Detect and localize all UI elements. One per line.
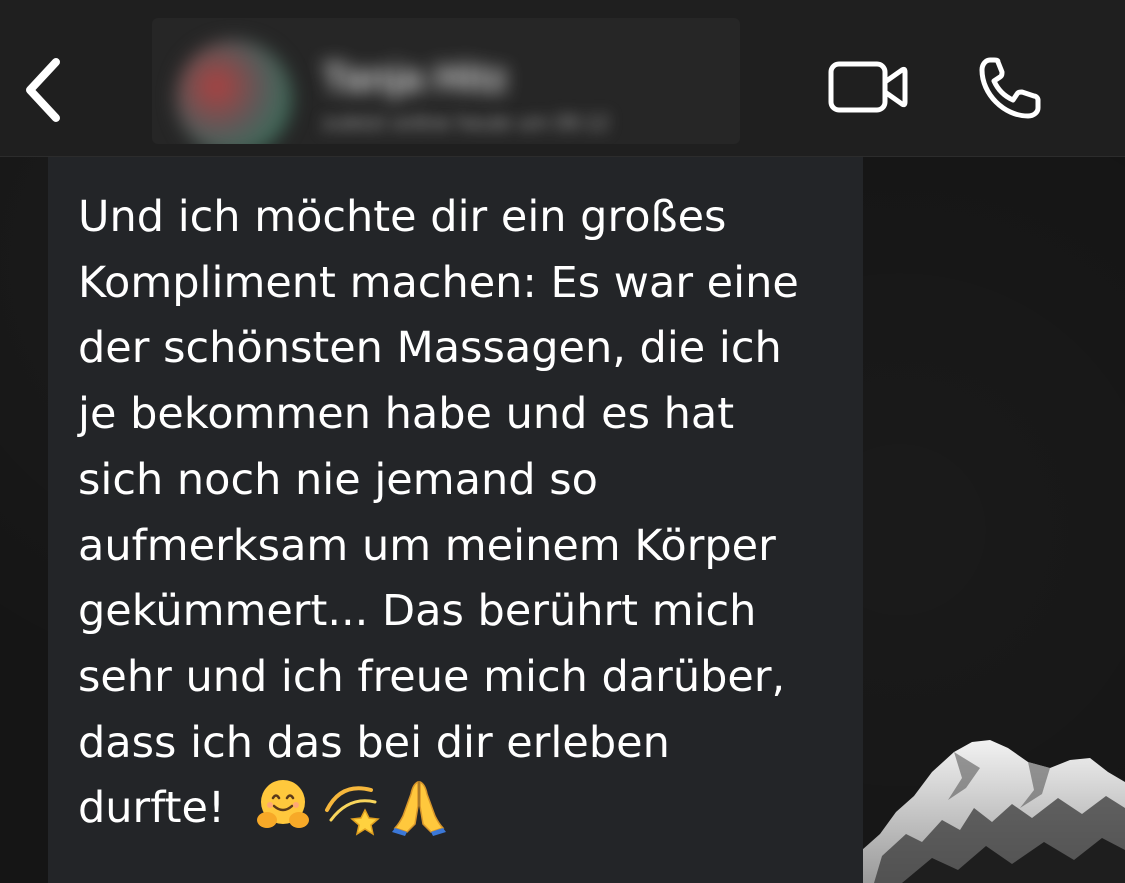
mountain-wallpaper-image xyxy=(862,740,1125,883)
message-line: Und ich möchte dir ein großes xyxy=(78,192,727,242)
contact-name: Tanja Hitz xyxy=(322,56,508,100)
chat-header: Tanja Hitz zuletzt online heute um 08:12 xyxy=(0,0,1125,157)
message-bubble[interactable]: Und ich möchte dir ein großes Kompliment… xyxy=(48,157,863,883)
message-line: Kompliment machen: Es war eine xyxy=(78,257,799,308)
video-camera-icon xyxy=(828,61,908,113)
folded-hands-emoji xyxy=(391,781,446,837)
message-line: gekümmert... Das berührt mich xyxy=(78,586,757,637)
dizzy-star-emoji xyxy=(324,786,380,836)
message-line-last: durfte! xyxy=(78,776,858,842)
message-line: sehr und ich freue mich darüber, xyxy=(78,651,786,702)
chevron-left-icon xyxy=(26,58,60,122)
video-call-button[interactable] xyxy=(826,56,910,120)
message-line: sich noch nie jemand so xyxy=(78,454,598,505)
message-line: dass ich das bei dir erleben xyxy=(78,717,670,768)
hugging-face-emoji xyxy=(256,780,309,829)
message-line: je bekommen habe und es hat xyxy=(78,389,735,440)
message-line: aufmerksam um meinem Körper xyxy=(78,520,776,571)
message-text: Und ich möchte dir ein großes Kompliment… xyxy=(78,185,858,842)
contact-info-button[interactable]: Tanja Hitz zuletzt online heute um 08:12 xyxy=(152,18,740,144)
back-button[interactable] xyxy=(18,52,78,128)
contact-avatar xyxy=(176,40,292,144)
message-line: der schönsten Massagen, die ich xyxy=(78,323,782,374)
contact-status: zuletzt online heute um 08:12 xyxy=(322,110,610,135)
phone-icon xyxy=(979,57,1041,119)
voice-call-button[interactable] xyxy=(974,52,1046,124)
message-line-text: durfte! xyxy=(78,783,226,834)
